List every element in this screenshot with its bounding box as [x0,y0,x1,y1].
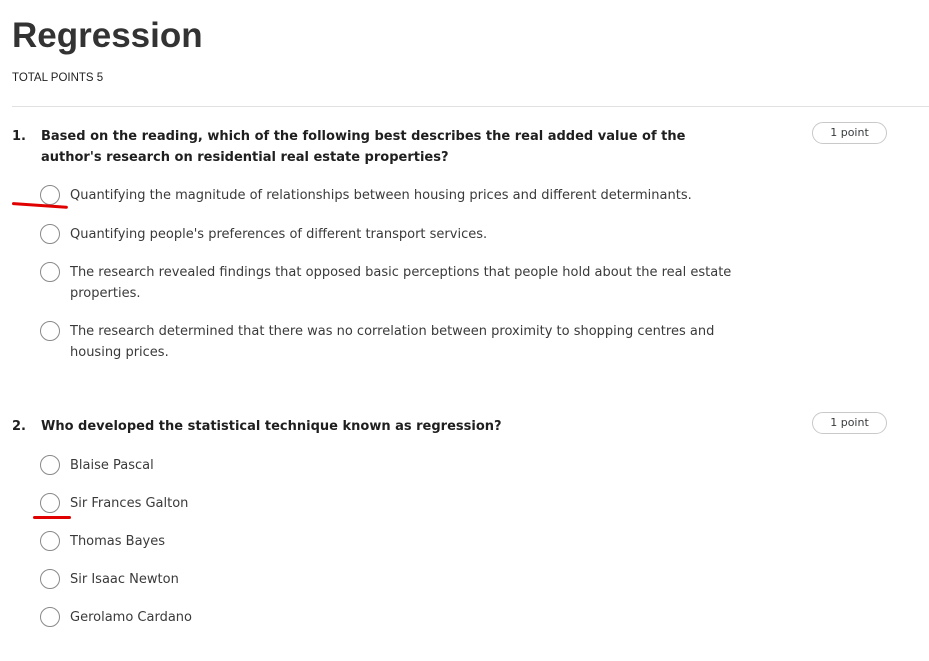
radio-button[interactable] [40,262,60,282]
red-underline-annotation [11,202,68,209]
question-text: Based on the reading, which of the follo… [41,129,686,165]
answer-option-label: Blaise Pascal [70,458,154,473]
radio-button[interactable] [40,224,60,244]
radio-button[interactable] [40,607,60,627]
red-underline-annotation [33,516,71,519]
radio-button[interactable] [40,493,60,513]
answer-option-label: Sir Isaac Newton [70,572,179,587]
question-text: Who developed the statistical technique … [41,419,502,434]
radio-button[interactable] [40,531,60,551]
question-number: 1. [12,129,26,144]
total-points-label: TOTAL POINTS 5 [12,72,104,84]
answer-option-label: The research revealed findings that oppo… [70,265,732,301]
radio-button[interactable] [40,569,60,589]
answer-option-label: Sir Frances Galton [70,496,189,511]
answer-option-label: Quantifying people's preferences of diff… [70,227,488,242]
answer-option-label: The research determined that there was n… [70,324,715,360]
answer-option-label: Quantifying the magnitude of relationshi… [70,188,692,203]
header-divider [12,106,929,107]
points-badge: 1 point [812,412,887,434]
answer-option-label: Thomas Bayes [70,534,166,549]
page-title: Regression [12,16,203,55]
points-badge: 1 point [812,122,887,144]
question-number: 2. [12,419,26,434]
radio-button[interactable] [40,455,60,475]
radio-button[interactable] [40,321,60,341]
answer-option-label: Gerolamo Cardano [70,610,192,625]
radio-button[interactable] [40,185,60,205]
